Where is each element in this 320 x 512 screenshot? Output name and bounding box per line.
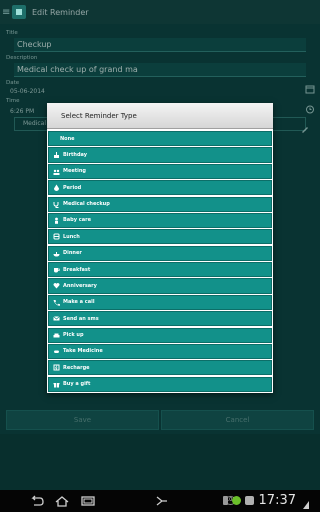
option-label: Baby care xyxy=(63,217,91,224)
reminder-type-option-anniversary[interactable]: Anniversary xyxy=(48,278,272,294)
option-label: Lunch xyxy=(63,233,80,240)
reminder-type-option-dinner[interactable]: Dinner xyxy=(48,245,272,261)
system-nav-bar: 100 17:37 xyxy=(0,490,320,512)
option-label: Anniversary xyxy=(63,282,97,289)
select-reminder-type-dialog: Select Reminder Type None Birthday Meeting… xyxy=(47,103,273,393)
menu-icon[interactable]: ≡ xyxy=(2,7,10,18)
heart-icon xyxy=(52,282,60,290)
option-label: Dinner xyxy=(63,250,82,257)
option-label: Buy a gift xyxy=(63,381,91,388)
reminder-type-option-breakfast[interactable]: Breakfast xyxy=(48,262,272,278)
lunch-icon xyxy=(52,233,60,241)
app-logo-icon[interactable] xyxy=(12,5,26,19)
screenshot-icon[interactable] xyxy=(154,494,170,508)
reminder-type-option-medical-checkup[interactable]: Medical checkup xyxy=(48,196,272,212)
reminder-type-option-buy-a-gift[interactable]: Buy a gift xyxy=(48,376,272,392)
reminder-type-list: None Birthday Meeting Period Medical checkup… xyxy=(48,131,272,393)
pill-icon xyxy=(52,347,60,355)
baby-icon xyxy=(52,216,60,224)
option-label: Meeting xyxy=(63,168,87,175)
option-label: Take Medicine xyxy=(63,348,103,355)
reminder-type-option-none[interactable]: None xyxy=(48,131,272,147)
meeting-icon xyxy=(52,167,60,175)
android-icon xyxy=(232,496,241,505)
phone-icon xyxy=(52,298,60,306)
home-icon[interactable] xyxy=(54,494,70,508)
reminder-type-option-make-a-call[interactable]: Make a call xyxy=(48,294,272,310)
option-label: Birthday xyxy=(63,151,87,158)
reminder-type-option-period[interactable]: Period xyxy=(48,180,272,196)
wifi-icon xyxy=(302,495,310,509)
option-label: Recharge xyxy=(63,364,90,371)
reminder-type-option-meeting[interactable]: Meeting xyxy=(48,163,272,179)
recharge-icon xyxy=(52,364,60,372)
cake-icon xyxy=(52,151,60,159)
back-icon[interactable] xyxy=(28,494,44,508)
breakfast-icon xyxy=(52,266,60,274)
car-icon xyxy=(52,331,60,339)
reminder-type-option-take-medicine[interactable]: Take Medicine xyxy=(48,343,272,360)
reminder-type-option-birthday[interactable]: Birthday xyxy=(48,147,272,163)
status-icons xyxy=(223,496,254,505)
gift-icon xyxy=(52,380,60,388)
drop-icon xyxy=(52,184,60,192)
option-label: None xyxy=(60,135,75,142)
recent-apps-icon[interactable] xyxy=(80,494,96,508)
option-label: Medical checkup xyxy=(63,201,110,208)
reminder-type-option-pick-up[interactable]: Pick up xyxy=(48,327,272,343)
option-label: Make a call xyxy=(63,299,95,306)
stethoscope-icon xyxy=(52,200,60,208)
option-label: Breakfast xyxy=(63,266,91,273)
dinner-icon xyxy=(52,249,60,257)
dialog-title: Select Reminder Type xyxy=(47,103,273,129)
reminder-type-option-send-an-sms[interactable]: Send an sms xyxy=(48,311,272,327)
reminder-type-option-baby-care[interactable]: Baby care xyxy=(48,212,272,229)
status-clock: 17:37 xyxy=(258,493,296,508)
usb-icon xyxy=(223,496,228,505)
page-title: Edit Reminder xyxy=(32,7,89,17)
envelope-icon xyxy=(52,315,60,323)
option-label: Pick up xyxy=(63,332,84,339)
option-label: Send an sms xyxy=(63,315,99,322)
reminder-type-option-recharge[interactable]: Recharge xyxy=(48,360,272,376)
option-label: Period xyxy=(63,184,82,191)
reminder-type-option-lunch[interactable]: Lunch xyxy=(48,229,272,245)
action-bar: ≡ Edit Reminder xyxy=(0,0,320,24)
cat-icon xyxy=(245,496,254,505)
